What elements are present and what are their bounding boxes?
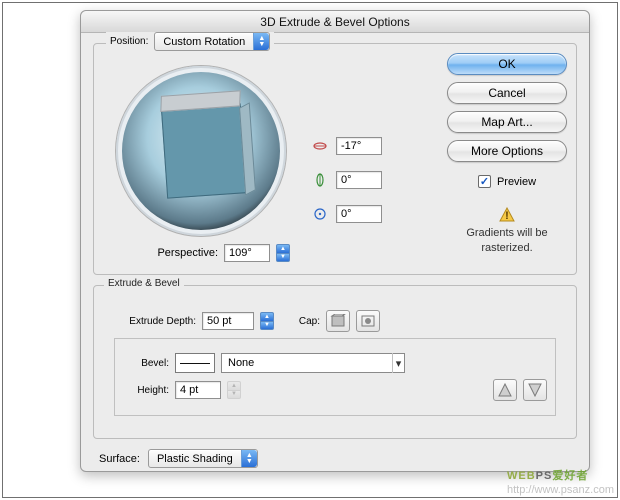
chevron-down-icon: ▾ [392, 353, 404, 373]
fieldset-extrude-bevel: Extrude & Bevel Extrude Depth: ▲▼ Cap: [93, 285, 577, 439]
bevel-preview [175, 353, 215, 373]
dialog-3d-extrude-bevel: 3D Extrude & Bevel Options Position: Cus… [80, 10, 590, 472]
position-preset-value: Custom Rotation [155, 36, 253, 48]
cap-label: Cap: [294, 316, 320, 327]
bevel-height-stepper[interactable]: ▲▼ [227, 381, 241, 399]
rotate-x-icon [312, 138, 328, 154]
bevel-extent-in-button[interactable] [493, 379, 517, 401]
warning-message: ! Gradients will be rasterized. [447, 207, 567, 256]
bevel-height-label: Height: [123, 385, 169, 396]
preview-label: Preview [497, 176, 536, 188]
surface-select[interactable]: Plastic Shading ▲▼ [148, 449, 258, 468]
surface-value: Plastic Shading [149, 453, 241, 465]
updown-icon: ▲▼ [253, 33, 269, 50]
perspective-input[interactable] [224, 244, 270, 262]
bevel-select[interactable]: None ▾ [221, 353, 405, 373]
rotate-z-input[interactable] [336, 205, 382, 223]
cube-preview [161, 103, 247, 198]
more-options-button[interactable]: More Options [447, 140, 567, 162]
bevel-label: Bevel: [123, 358, 169, 369]
svg-text:!: ! [505, 210, 509, 222]
extrude-depth-stepper[interactable]: ▲▼ [260, 312, 274, 330]
extrude-bevel-legend: Extrude & Bevel [104, 278, 184, 289]
rotate-y-icon [312, 172, 328, 188]
rotate-z-icon [312, 206, 328, 222]
rotation-controls [296, 66, 382, 262]
dialog-buttons: OK Cancel Map Art... More Options ✓ Prev… [447, 53, 567, 256]
updown-icon: ▲▼ [241, 450, 257, 467]
surface-row: Surface: Plastic Shading ▲▼ [99, 449, 577, 468]
dialog-title: 3D Extrude & Bevel Options [81, 11, 589, 33]
map-art-button[interactable]: Map Art... [447, 111, 567, 133]
bevel-box: Bevel: None ▾ Height: ▲▼ [114, 338, 556, 416]
position-legend: Position: Custom Rotation ▲▼ [106, 32, 274, 51]
surface-label: Surface: [99, 453, 140, 465]
warning-icon: ! [499, 207, 515, 222]
perspective-stepper[interactable]: ▲▼ [276, 244, 290, 262]
bevel-height-input[interactable] [175, 381, 221, 399]
rotation-trackball[interactable] [116, 66, 286, 236]
bevel-extent-out-button[interactable] [523, 379, 547, 401]
rotate-x-input[interactable] [336, 137, 382, 155]
cap-on-button[interactable] [326, 310, 350, 332]
position-label: Position: [110, 36, 148, 47]
cancel-button[interactable]: Cancel [447, 82, 567, 104]
position-preset-select[interactable]: Custom Rotation ▲▼ [154, 32, 270, 51]
perspective-label: Perspective: [157, 247, 218, 259]
extrude-depth-input[interactable] [202, 312, 254, 330]
extrude-depth-label: Extrude Depth: [112, 316, 196, 327]
rotate-y-input[interactable] [336, 171, 382, 189]
ok-button[interactable]: OK [447, 53, 567, 75]
preview-checkbox[interactable]: ✓ [478, 175, 491, 188]
bevel-value: None [228, 357, 254, 369]
cap-off-button[interactable] [356, 310, 380, 332]
